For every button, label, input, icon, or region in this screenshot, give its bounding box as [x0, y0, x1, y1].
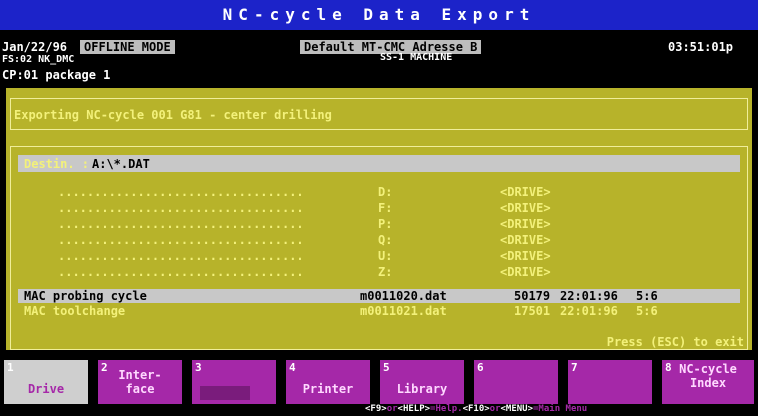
fkey-3-marker	[200, 386, 250, 400]
drive-dots: ..................................	[58, 185, 304, 199]
fkey-library-button[interactable]: 5 Library	[380, 360, 464, 404]
drive-tag: <DRIVE>	[500, 249, 551, 263]
file-row[interactable]: MAC toolchange m0011021.dat 17501 22:01:…	[18, 304, 740, 318]
drive-letter[interactable]: Z:	[378, 265, 392, 279]
help-text: or	[489, 404, 501, 414]
fkey-label: Library	[396, 382, 448, 396]
help-key-f9: <F9>	[365, 404, 387, 414]
fkey-number: 7	[571, 361, 578, 374]
exit-hint: Press (ESC) to exit	[606, 335, 744, 349]
machine-label: SS-1 MACHINE	[380, 52, 453, 63]
fkey-interface-button[interactable]: 2 Inter- face	[98, 360, 182, 404]
help-key-help: <HELP>	[397, 404, 431, 414]
file-date: 22:01:96	[560, 289, 618, 303]
fkey-number: 3	[195, 361, 202, 374]
drive-letter[interactable]: U:	[378, 249, 392, 263]
status-date: Jan/22/96	[2, 40, 68, 54]
drive-letter[interactable]: F:	[378, 201, 392, 215]
fkey-drive-button[interactable]: 1 Drive	[4, 360, 88, 404]
file-version: 5:6	[636, 289, 658, 303]
fkey-3-button[interactable]: 3	[192, 360, 276, 404]
exporting-status: Exporting NC-cycle 001 G81 - center dril…	[14, 108, 332, 122]
drive-tag: <DRIVE>	[500, 185, 551, 199]
dos-screen: NC-cycle Data Export Jan/22/96 OFFLINE M…	[0, 0, 758, 416]
fkey-label: Printer	[302, 382, 354, 396]
file-size: 50179	[514, 289, 551, 303]
window-title: NC-cycle Data Export	[0, 0, 758, 30]
fkey-label: NC-cycle Index	[679, 362, 737, 390]
drive-dots: ..................................	[58, 201, 304, 215]
file-name: m0011020.dat	[360, 289, 447, 303]
fkey-label: Inter- face	[118, 368, 162, 396]
help-key-menu: <MENU>	[500, 404, 534, 414]
destination-label: Destin. :	[24, 157, 90, 171]
file-row-selected[interactable]: MAC probing cycle m0011020.dat 50179 22:…	[18, 289, 740, 303]
drive-dots: ..................................	[58, 233, 304, 247]
fkey-number: 1	[7, 361, 14, 374]
drive-dots: ..................................	[58, 265, 304, 279]
fkey-number: 5	[383, 361, 390, 374]
drive-letter[interactable]: P:	[378, 217, 392, 231]
drive-tag: <DRIVE>	[500, 201, 551, 215]
help-key-f10: <F10>	[462, 404, 490, 414]
mode-badge: OFFLINE MODE	[80, 40, 175, 54]
status-area: Jan/22/96 OFFLINE MODE Default MT-CMC Ad…	[0, 30, 758, 88]
status-line-fs: FS:02 NK_DMC	[2, 54, 75, 65]
fkey-printer-button[interactable]: 4 Printer	[286, 360, 370, 404]
file-name: m0011021.dat	[360, 304, 447, 318]
file-list-frame	[10, 146, 748, 350]
file-size: 17501	[514, 304, 551, 318]
fkey-number: 6	[477, 361, 484, 374]
file-date: 22:01:96	[560, 304, 618, 318]
status-line-cp: CP:01 package 1	[2, 68, 111, 82]
fkey-nc-cycle-index-button[interactable]: 8 NC-cycle Index	[662, 360, 754, 404]
fkey-label: Drive	[27, 382, 65, 396]
file-title: MAC probing cycle	[24, 289, 147, 303]
fkey-number: 4	[289, 361, 296, 374]
help-text: =Help.	[430, 404, 463, 414]
drive-tag: <DRIVE>	[500, 217, 551, 231]
drive-tag: <DRIVE>	[500, 265, 551, 279]
fkey-6-button[interactable]: 6	[474, 360, 558, 404]
drive-letter[interactable]: D:	[378, 185, 392, 199]
file-version: 5:6	[636, 304, 658, 318]
file-title: MAC toolchange	[24, 304, 126, 318]
drive-dots: ..................................	[58, 249, 304, 263]
help-bar: <F9>or<HELP>=Help.<F10>or<MENU>=Main Men…	[365, 404, 758, 416]
fkey-7-button[interactable]: 7	[568, 360, 652, 404]
destination-input[interactable]: A:\*.DAT	[92, 157, 150, 171]
help-text: or	[386, 404, 398, 414]
status-time: 03:51:01p	[668, 40, 734, 54]
drive-tag: <DRIVE>	[500, 233, 551, 247]
drive-letter[interactable]: Q:	[378, 233, 392, 247]
help-text: =Main Menu	[533, 404, 588, 414]
drive-dots: ..................................	[58, 217, 304, 231]
